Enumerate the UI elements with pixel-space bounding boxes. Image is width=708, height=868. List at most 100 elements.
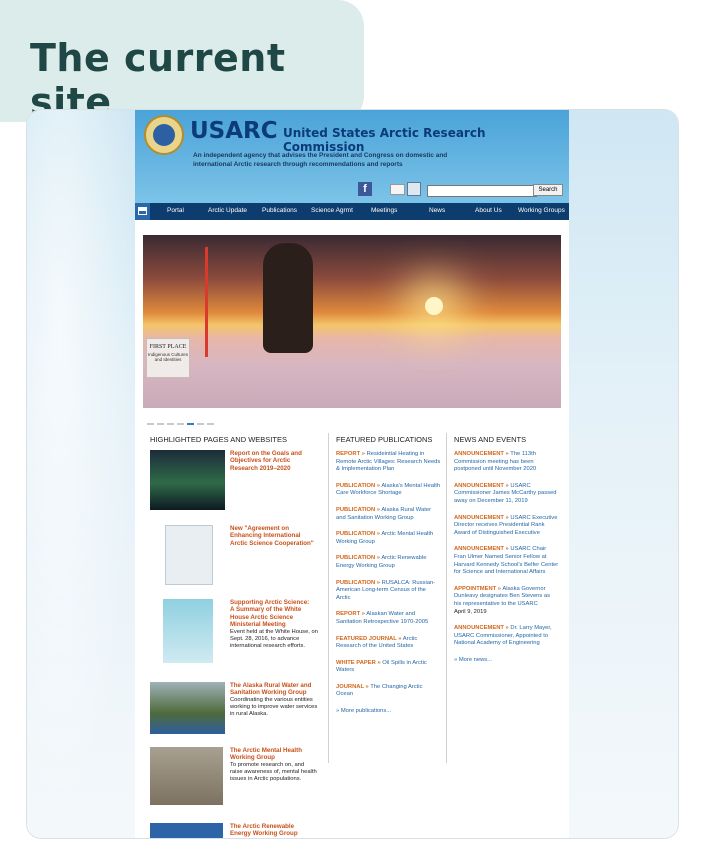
publication-tag: REPORT » — [336, 451, 365, 457]
screenshot-frame: USARC United States Arctic Research Comm… — [27, 110, 678, 838]
slide-indicators — [147, 412, 217, 425]
highlight-title[interactable]: The Arctic Renewable Energy Working Grou… — [230, 823, 314, 838]
publication-item[interactable]: PUBLICATION » Arctic Renewable Energy Wo… — [336, 555, 441, 570]
news-tag: ANNOUNCEMENT » — [454, 546, 509, 553]
news-item[interactable]: APPOINTMENT » Alaska Governor Dunleavy d… — [454, 586, 559, 616]
news-item[interactable]: ANNOUNCEMENT » USARC Chair Fran Ulmer Na… — [454, 546, 559, 576]
publication-item[interactable]: PUBLICATION » Arctic Mental Health Worki… — [336, 531, 441, 546]
news-tag: ANNOUNCEMENT » — [454, 625, 509, 632]
publication-tag: PUBLICATION » — [336, 506, 381, 513]
hero-slideshow[interactable]: FIRST PLACE Indigenous Cultures and Iden… — [143, 235, 561, 408]
publication-tag: WHITE PAPER » — [336, 659, 381, 666]
highlight-thumbnail[interactable] — [163, 599, 213, 663]
site-description: An independent agency that advises the P… — [193, 152, 448, 168]
news-tag: APPOINTMENT » — [454, 585, 502, 592]
news-item[interactable]: ANNOUNCEMENT » Dr. Larry Mayer, USARC Co… — [454, 625, 559, 648]
nav-about-us[interactable]: About Us — [475, 207, 502, 214]
highlight-thumbnail[interactable] — [150, 682, 225, 734]
highlight-item[interactable]: The Arctic Renewable Energy Working Grou… — [150, 823, 315, 838]
publication-tag: JOURNAL » — [336, 683, 369, 690]
slide-dot[interactable] — [207, 423, 214, 425]
highlight-item[interactable]: The Arctic Mental Health Working Group T… — [150, 747, 317, 807]
publication-tag: PUBLICATION » — [336, 579, 381, 586]
news-heading: NEWS AND EVENTS — [454, 435, 527, 444]
highlighted-heading: HIGHLIGHTED PAGES AND WEBSITES — [150, 435, 287, 444]
slide-heading-box: The current site — [0, 0, 364, 124]
publication-item[interactable]: FEATURED JOURNAL » Arctic Research of th… — [336, 636, 441, 651]
site-name[interactable]: United States Arctic Research Commission — [283, 126, 569, 154]
nav-science-agrmt[interactable]: Science Agrmt — [311, 207, 353, 214]
website-page: USARC United States Arctic Research Comm… — [135, 110, 569, 838]
nav-arctic-update[interactable]: Arctic Update — [208, 207, 247, 214]
nav-news[interactable]: News — [429, 207, 445, 214]
highlight-description: Event held at the White House, on Sept. … — [230, 629, 318, 650]
more-publications-link[interactable]: » More publications... — [336, 708, 441, 714]
highlight-item[interactable]: The Alaska Rural Water and Sanitation Wo… — [150, 682, 318, 738]
highlight-description: Coordinating the various entities workin… — [230, 697, 318, 718]
hero-caption-title: FIRST PLACE — [149, 344, 187, 350]
highlight-thumbnail[interactable] — [150, 823, 223, 838]
search-input[interactable] — [427, 185, 537, 197]
email-icon[interactable] — [390, 184, 405, 195]
publications-list: REPORT » Resideintial Heating in Remote … — [336, 451, 441, 714]
highlight-description: To promote research on, and raise awaren… — [230, 762, 317, 783]
publication-tag: PUBLICATION » — [336, 482, 381, 489]
site-banner: USARC United States Arctic Research Comm… — [135, 110, 569, 203]
highlight-thumbnail[interactable] — [150, 450, 225, 510]
news-item[interactable]: ANNOUNCEMENT » USARC Commissioner James … — [454, 483, 559, 506]
news-item[interactable]: ANNOUNCEMENT » USARC Executive Director … — [454, 515, 559, 538]
hero-pole — [205, 247, 208, 357]
nav-portal[interactable]: Portal — [167, 207, 184, 214]
slide-dot[interactable] — [197, 423, 204, 425]
column-divider — [328, 433, 329, 763]
usarc-seal-logo[interactable] — [144, 115, 184, 155]
site-abbr[interactable]: USARC — [190, 118, 278, 144]
column-divider — [446, 433, 447, 763]
highlight-thumbnail[interactable] — [165, 525, 213, 585]
slide-dot[interactable] — [167, 423, 174, 425]
highlight-title[interactable]: The Alaska Rural Water and Sanitation Wo… — [230, 682, 314, 697]
highlight-title[interactable]: Report on the Goals and Objectives for A… — [230, 450, 314, 472]
highlight-title[interactable]: New "Agreement on Enhancing Internationa… — [230, 525, 314, 547]
main-nav: Portal Arctic Update Publications Scienc… — [135, 203, 569, 220]
highlight-item[interactable]: New "Agreement on Enhancing Internationa… — [150, 525, 315, 587]
news-tag: ANNOUNCEMENT » — [454, 514, 509, 521]
hero-sun — [425, 297, 443, 315]
facebook-icon[interactable]: f — [358, 182, 372, 196]
publication-item[interactable]: REPORT » Resideintial Heating in Remote … — [336, 451, 441, 474]
publication-item[interactable]: PUBLICATION » Alaska Rural Water and San… — [336, 507, 441, 522]
news-item[interactable]: ANNOUNCEMENT » The 113th Commission meet… — [454, 451, 559, 474]
search-button[interactable]: Search — [533, 184, 563, 196]
more-news-link[interactable]: » More news... — [454, 657, 559, 663]
highlight-title[interactable]: Supporting Arctic Science: A Summary of … — [230, 599, 314, 629]
news-tag: ANNOUNCEMENT » — [454, 451, 509, 457]
highlight-item[interactable]: Supporting Arctic Science: A Summary of … — [150, 599, 318, 669]
news-tag: ANNOUNCEMENT » — [454, 482, 509, 489]
highlight-item[interactable]: Report on the Goals and Objectives for A… — [150, 450, 315, 512]
hero-person — [263, 243, 313, 353]
slide-dot-active[interactable] — [187, 423, 194, 425]
publication-item[interactable]: PUBLICATION » RUSALCA: Russian-American … — [336, 580, 441, 603]
publication-item[interactable]: WHITE PAPER » Oil Spills in Arctic Water… — [336, 660, 441, 675]
news-list: ANNOUNCEMENT » The 113th Commission meet… — [454, 451, 559, 663]
publications-heading: FEATURED PUBLICATIONS — [336, 435, 433, 444]
publication-tag: PUBLICATION » — [336, 555, 381, 562]
slide-dot[interactable] — [147, 423, 154, 425]
hero-caption: FIRST PLACE Indigenous Cultures and Iden… — [146, 338, 190, 378]
publication-tag: PUBLICATION » — [336, 531, 381, 538]
highlight-title[interactable]: The Arctic Mental Health Working Group — [230, 747, 314, 762]
home-icon[interactable] — [135, 203, 150, 220]
publication-tag: FEATURED JOURNAL » — [336, 635, 402, 642]
publication-item[interactable]: JOURNAL » The Changing Arctic Ocean — [336, 684, 441, 699]
slide-dot[interactable] — [177, 423, 184, 425]
nav-meetings[interactable]: Meetings — [371, 207, 397, 214]
nav-publications[interactable]: Publications — [262, 207, 297, 214]
publication-item[interactable]: PUBLICATION » Alaska's Mental Health Car… — [336, 483, 441, 498]
highlight-thumbnail[interactable] — [150, 747, 223, 805]
slide-dot[interactable] — [157, 423, 164, 425]
nav-working-groups[interactable]: Working Groups — [518, 207, 565, 214]
news-date: April 9, 2019 — [454, 608, 487, 615]
publication-tag: REPORT » — [336, 611, 365, 618]
print-icon[interactable] — [407, 182, 421, 196]
publication-item[interactable]: REPORT » Alaskan Water and Sanitation Re… — [336, 611, 441, 626]
